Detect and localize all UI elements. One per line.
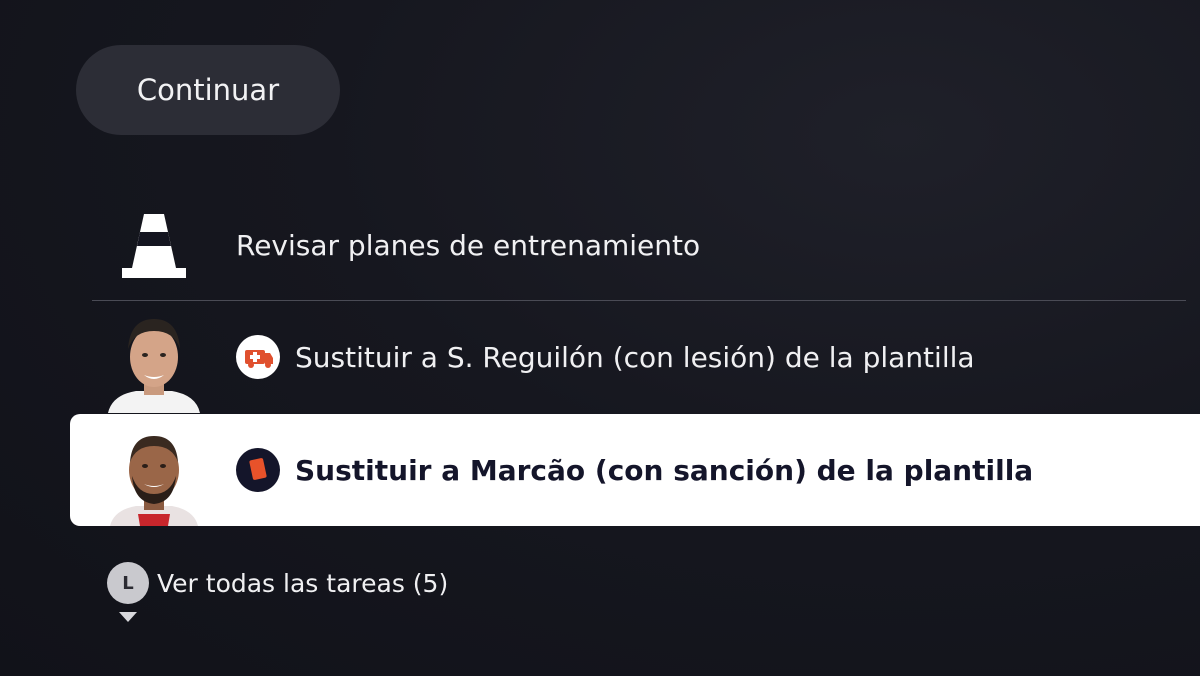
ambulance-icon	[236, 335, 280, 379]
task-replace-injured-player[interactable]: Sustituir a S. Reguilón (con lesión) de …	[92, 301, 1186, 413]
task-label: Sustituir a S. Reguilón (con lesión) de …	[295, 340, 975, 374]
tasks-screen: Continuar Revisar planes de entrenamient…	[0, 0, 1200, 676]
player-avatar	[110, 436, 198, 526]
chevron-down-icon	[119, 612, 137, 622]
view-all-tasks[interactable]: L Ver todas las tareas (5)	[107, 562, 448, 604]
player-avatar	[108, 319, 200, 413]
l-button-glyph: L	[122, 572, 134, 594]
continue-button-label: Continuar	[136, 73, 280, 107]
red-card-icon	[236, 448, 280, 492]
task-label: Revisar planes de entrenamiento	[236, 228, 701, 262]
task-review-training[interactable]: Revisar planes de entrenamiento	[92, 190, 1186, 301]
training-cone-icon	[122, 214, 186, 278]
task-label: Sustituir a Marcão (con sanción) de la p…	[295, 453, 1034, 487]
continue-button[interactable]: Continuar	[76, 45, 340, 135]
l-button-icon: L	[107, 562, 149, 604]
view-all-tasks-label: Ver todas las tareas (5)	[157, 568, 449, 598]
task-replace-sanctioned-player[interactable]: Sustituir a Marcão (con sanción) de la p…	[70, 414, 1200, 526]
